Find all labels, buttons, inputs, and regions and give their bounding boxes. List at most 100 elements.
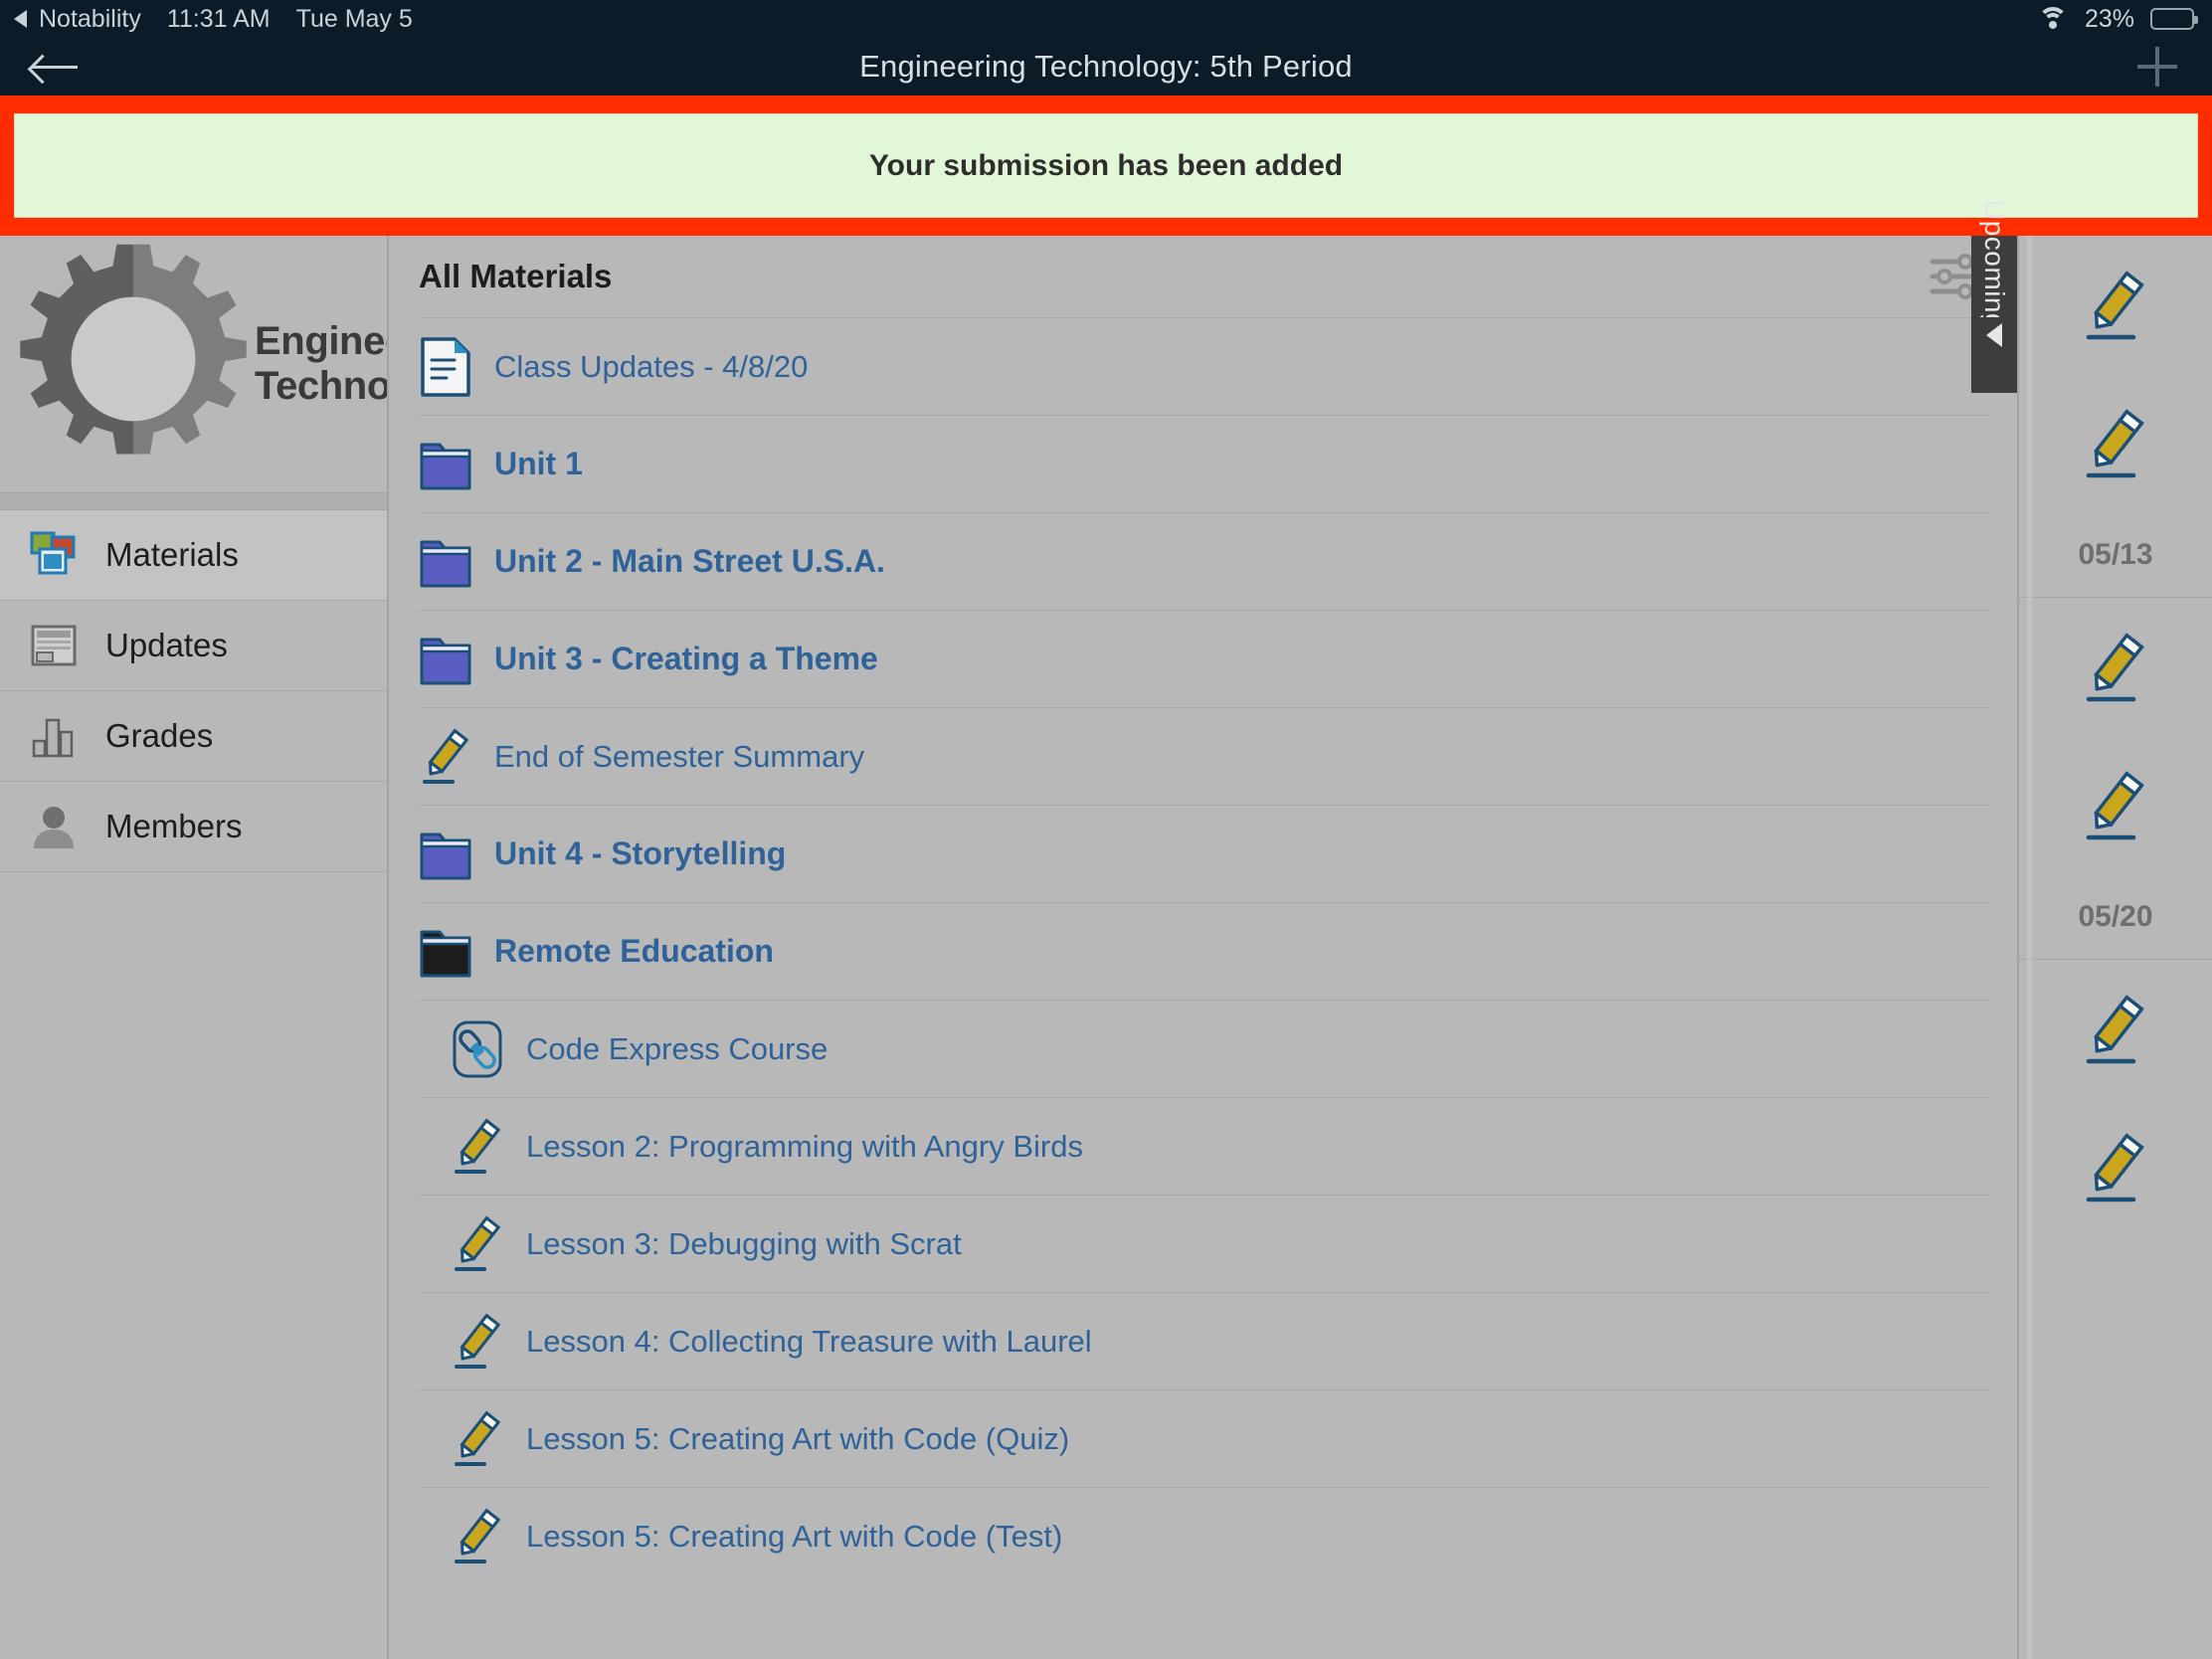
materials-title: All Materials — [419, 258, 613, 294]
material-row[interactable]: Lesson 3: Debugging with Scrat — [419, 1196, 1989, 1293]
sidebar-nav-list: Materials Updates Grades Members — [0, 510, 387, 872]
members-person-icon — [28, 801, 80, 852]
battery-icon — [2150, 8, 2198, 30]
submission-success-banner: Your submission has been added — [14, 113, 2198, 218]
material-row-label: Lesson 3: Debugging with Scrat — [526, 1225, 962, 1261]
material-row[interactable]: Class Updates - 4/8/20 — [419, 318, 1989, 416]
pencil-icon — [2080, 405, 2151, 482]
battery-percent-label: 23% — [2084, 4, 2134, 33]
material-row-label: Unit 3 - Creating a Theme — [494, 641, 878, 676]
page-title: Engineering Technology: 5th Period — [859, 49, 1353, 84]
pencil-icon — [2080, 1129, 2151, 1206]
document-icon — [419, 336, 472, 398]
navigation-bar: Engineering Technology: 5th Period — [0, 38, 2212, 95]
material-row-label: Unit 2 - Main Street U.S.A. — [494, 543, 885, 579]
add-button[interactable] — [2103, 38, 2212, 95]
upcoming-assignment-item[interactable] — [2019, 236, 2212, 374]
triangle-left-icon — [1986, 323, 2002, 347]
back-triangle-icon[interactable] — [14, 10, 27, 28]
folder-dark-icon — [419, 921, 472, 983]
pencil-icon — [451, 1408, 504, 1470]
gear-icon — [6, 240, 265, 488]
upcoming-assignment-item[interactable] — [2019, 736, 2212, 874]
status-bar-left: Notability 11:31 AM Tue May 5 — [0, 5, 413, 34]
material-row-label: Class Updates - 4/8/20 — [494, 348, 809, 384]
plus-icon — [2137, 47, 2177, 87]
sidebar-item-updates[interactable]: Updates — [0, 601, 387, 691]
upcoming-assignment-item[interactable] — [2019, 960, 2212, 1098]
material-row-label: End of Semester Summary — [494, 738, 865, 774]
pencil-icon — [2080, 267, 2151, 344]
sidebar-item-grades[interactable]: Grades — [0, 691, 387, 782]
material-row[interactable]: Lesson 5: Creating Art with Code (Test) — [419, 1488, 1989, 1585]
material-row[interactable]: Lesson 4: Collecting Treasure with Laure… — [419, 1293, 1989, 1390]
pencil-icon — [451, 1116, 504, 1178]
upcoming-assignment-item[interactable] — [2019, 374, 2212, 512]
sidebar-item-members[interactable]: Members — [0, 782, 387, 872]
course-logo: Engineering Technology — [0, 236, 387, 492]
back-button[interactable] — [0, 38, 109, 95]
status-bar-date: Tue May 5 — [295, 4, 413, 33]
arrow-left-icon — [32, 53, 78, 81]
pencil-icon — [451, 1213, 504, 1275]
upcoming-rail: 05/13 05/20 — [2017, 236, 2212, 1659]
status-bar: Notability 11:31 AM Tue May 5 23% — [0, 0, 2212, 38]
sidebar-divider — [0, 492, 387, 510]
submission-banner-highlight: Your submission has been added — [0, 95, 2212, 236]
submission-success-message: Your submission has been added — [868, 148, 1344, 182]
upcoming-tab-label: Upcoming — [1979, 200, 2010, 317]
material-row-label: Code Express Course — [526, 1030, 829, 1066]
course-logo-text: Engineering Technology — [255, 319, 387, 409]
pencil-icon — [451, 1311, 504, 1373]
sidebar-item-label: Updates — [105, 627, 228, 663]
grades-bar-chart-icon — [28, 710, 80, 762]
materials-panel: All Materials Class Updates - 4/8/20 Uni… — [391, 236, 2017, 1659]
upcoming-assignment-item[interactable] — [2019, 1098, 2212, 1236]
upcoming-date-label: 05/20 — [2019, 874, 2212, 960]
material-row[interactable]: Unit 1 — [419, 416, 1989, 513]
material-row[interactable]: Lesson 2: Programming with Angry Birds — [419, 1098, 1989, 1196]
folder-icon — [419, 824, 472, 885]
material-row-label: Unit 1 — [494, 446, 583, 481]
upcoming-panel-toggle[interactable]: Upcoming — [1971, 200, 2017, 393]
upcoming-rail-list: 05/13 05/20 — [2019, 236, 2212, 1236]
sidebar-item-materials[interactable]: Materials — [0, 510, 387, 601]
material-row-label: Lesson 5: Creating Art with Code (Quiz) — [526, 1420, 1070, 1456]
material-row-label: Unit 4 - Storytelling — [494, 835, 787, 871]
material-row-label: Remote Education — [494, 933, 774, 969]
status-bar-right: 23% — [2037, 5, 2212, 34]
app-screen: Notability 11:31 AM Tue May 5 23% Engine… — [0, 0, 2212, 1659]
sidebar-item-label: Grades — [105, 717, 214, 754]
status-bar-app-name[interactable]: Notability — [39, 5, 141, 34]
sidebar: Engineering Technology Materials — [0, 236, 389, 1659]
pencil-icon — [451, 1506, 504, 1567]
material-row[interactable]: Unit 4 - Storytelling — [419, 806, 1989, 903]
material-row[interactable]: Unit 2 - Main Street U.S.A. — [419, 513, 1989, 611]
pencil-icon — [419, 726, 472, 788]
material-row-label: Lesson 2: Programming with Angry Birds — [526, 1128, 1083, 1164]
course-logo-line1: Engineering — [255, 319, 387, 364]
materials-list: Class Updates - 4/8/20 Unit 1 Unit 2 - M… — [391, 318, 2017, 1585]
material-row[interactable]: Unit 3 - Creating a Theme — [419, 611, 1989, 708]
updates-icon — [28, 620, 80, 671]
material-row[interactable]: Lesson 5: Creating Art with Code (Quiz) — [419, 1390, 1989, 1488]
rail-scrollbar[interactable] — [2027, 236, 2032, 1659]
material-row[interactable]: Remote Education — [419, 903, 1989, 1001]
material-row[interactable]: End of Semester Summary — [419, 708, 1989, 806]
upcoming-assignment-item[interactable] — [2019, 598, 2212, 736]
folder-icon — [419, 531, 472, 593]
pencil-icon — [2080, 629, 2151, 706]
course-logo-line2: Technology — [255, 364, 387, 408]
folder-icon — [419, 629, 472, 690]
status-bar-time: 11:31 AM — [166, 4, 271, 33]
materials-icon — [28, 529, 80, 581]
pencil-icon — [2080, 767, 2151, 844]
pencil-icon — [2080, 991, 2151, 1068]
material-row-label: Lesson 5: Creating Art with Code (Test) — [526, 1519, 1063, 1554]
upcoming-date-label: 05/13 — [2019, 512, 2212, 598]
wifi-icon — [2037, 7, 2069, 31]
link-icon — [451, 1018, 504, 1080]
sidebar-item-label: Members — [105, 808, 243, 844]
material-row-label: Lesson 4: Collecting Treasure with Laure… — [526, 1323, 1092, 1359]
material-row[interactable]: Code Express Course — [419, 1001, 1989, 1098]
